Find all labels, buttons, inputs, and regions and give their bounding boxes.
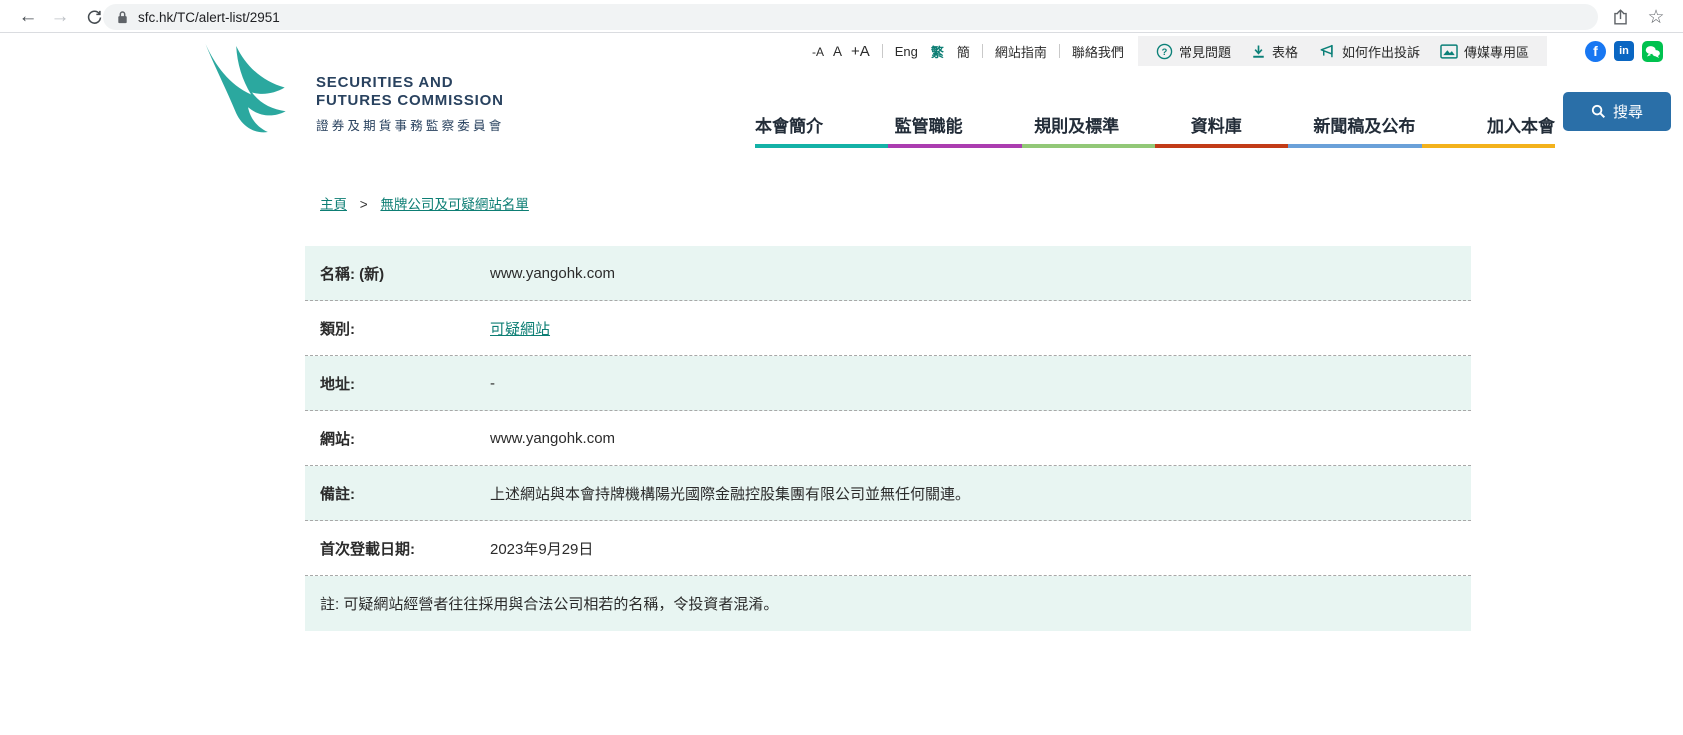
underline-segment [755,144,888,148]
font-larger-button[interactable]: +A [851,43,870,60]
complaint-link[interactable]: 如何作出投訴 [1318,42,1420,61]
row-value: 上述網站與本會持牌機構陽光國際金融控股集團有限公司並無任何關連。 [490,483,970,504]
browser-forward-button[interactable]: → [46,3,74,31]
url-text: sfc.hk/TC/alert-list/2951 [138,10,280,25]
media-icon [1440,44,1458,59]
lang-simplified-chinese[interactable]: 簡 [957,42,970,61]
sfc-eagle-icon [198,42,310,136]
row-label: 首次登載日期: [305,538,490,559]
table-row-first-posted-date: 首次登載日期: 2023年9月29日 [305,521,1471,576]
contact-us-link[interactable]: 聯絡我們 [1072,42,1124,61]
underline-segment [1288,144,1421,148]
row-value: www.yangohk.com [490,265,615,282]
row-value: 2023年9月29日 [490,538,593,559]
complaint-label: 如何作出投訴 [1342,42,1420,61]
suspicious-website-link[interactable]: 可疑網站 [490,318,550,339]
logo-name-chinese: 證券及期貨事務監察委員會 [316,115,504,134]
search-button-label: 搜尋 [1613,101,1643,122]
table-row-name: 名稱: (新) www.yangohk.com [305,246,1471,301]
media-corner-link[interactable]: 傳媒專用區 [1440,42,1529,61]
note-text: 註: 可疑網站經營者往往採用與合法公司相若的名稱，令投資者混淆。 [305,593,778,614]
svg-text:?: ? [1162,46,1168,56]
faq-link[interactable]: ? 常見問題 [1156,42,1231,61]
underline-segment [1155,144,1288,148]
forms-label: 表格 [1272,42,1298,61]
back-icon: ← [19,6,38,28]
logo-name-line1: SECURITIES AND [316,74,504,92]
forward-icon: → [51,6,70,28]
sfc-logo-text: SECURITIES AND FUTURES COMMISSION 證券及期貨事… [316,42,504,136]
download-icon [1251,44,1266,59]
browser-toolbar: ← → sfc.hk/TC/alert-list/2951 ☆ [0,0,1683,33]
row-value: - [490,375,495,392]
search-icon [1591,104,1606,119]
nav-about[interactable]: 本會簡介 [755,112,823,137]
lang-traditional-chinese[interactable]: 繁 [931,42,944,61]
nav-regulatory-functions[interactable]: 監管職能 [895,112,963,137]
main-navigation: 本會簡介 監管職能 規則及標準 資料庫 新聞稿及公布 加入本會 [755,104,1555,144]
sfc-logo[interactable]: SECURITIES AND FUTURES COMMISSION 證券及期貨事… [198,42,504,136]
table-row-address: 地址: - [305,356,1471,411]
browser-back-button[interactable]: ← [14,3,42,31]
font-size-controls: -A A +A [812,43,870,60]
breadcrumb-separator: > [360,197,368,212]
share-icon [1611,8,1630,27]
font-smaller-button[interactable]: -A [812,45,824,59]
lang-eng[interactable]: Eng [895,44,918,59]
font-normal-button[interactable]: A [833,44,842,59]
logo-name-line2: FUTURES COMMISSION [316,92,504,110]
forms-link[interactable]: 表格 [1251,42,1298,61]
linkedin-icon[interactable]: in [1614,41,1634,61]
table-row-remarks: 備註: 上述網站與本會持牌機構陽光國際金融控股集團有限公司並無任何關連。 [305,466,1471,521]
bookmark-star-button[interactable]: ☆ [1644,5,1668,29]
nav-news-announcements[interactable]: 新聞稿及公布 [1313,112,1415,137]
share-button[interactable] [1608,5,1632,29]
nav-database[interactable]: 資料庫 [1191,112,1242,137]
row-label: 類別: [305,318,490,339]
underline-segment [888,144,1021,148]
search-button[interactable]: 搜尋 [1563,92,1671,131]
row-label: 網站: [305,428,490,449]
row-label: 備註: [305,483,490,504]
row-label: 地址: [305,373,490,394]
lock-icon [117,10,128,24]
facebook-icon[interactable]: f [1585,41,1606,62]
table-row-website: 網站: www.yangohk.com [305,411,1471,466]
social-links: f in [1585,41,1663,62]
wechat-icon[interactable] [1642,41,1663,62]
row-label: 名稱: (新) [305,263,490,284]
star-icon: ☆ [1647,6,1664,29]
breadcrumb: 主頁 > 無牌公司及可疑網站名單 [320,193,529,213]
language-switcher: Eng 繁 簡 [895,42,970,61]
faq-label: 常見問題 [1179,42,1231,61]
underline-segment [1422,144,1555,148]
nav-join-us[interactable]: 加入本會 [1487,112,1555,137]
divider [982,44,983,58]
address-bar[interactable]: sfc.hk/TC/alert-list/2951 [103,4,1598,30]
breadcrumb-alert-list-link[interactable]: 無牌公司及可疑網站名單 [380,197,529,212]
nav-color-underline [755,144,1555,148]
quick-links-box: ? 常見問題 表格 如何作出投訴 傳媒專用區 [1138,36,1547,66]
nav-rules-standards[interactable]: 規則及標準 [1034,112,1119,137]
site-guide-link[interactable]: 網站指南 [995,42,1047,61]
breadcrumb-home-link[interactable]: 主頁 [320,197,347,212]
refresh-icon [86,9,103,26]
megaphone-icon [1318,43,1336,60]
question-circle-icon: ? [1156,43,1173,60]
divider [1059,44,1060,58]
table-row-category: 類別: 可疑網站 [305,301,1471,356]
table-row-note: 註: 可疑網站經營者往往採用與合法公司相若的名稱，令投資者混淆。 [305,576,1471,631]
utility-bar: -A A +A Eng 繁 簡 網站指南 聯絡我們 ? 常見問題 表格 如何作出… [812,36,1663,66]
media-corner-label: 傳媒專用區 [1464,42,1529,61]
alert-detail-table: 名稱: (新) www.yangohk.com 類別: 可疑網站 地址: - 網… [305,246,1471,631]
underline-segment [1022,144,1155,148]
row-value: www.yangohk.com [490,430,615,447]
divider [882,44,883,58]
